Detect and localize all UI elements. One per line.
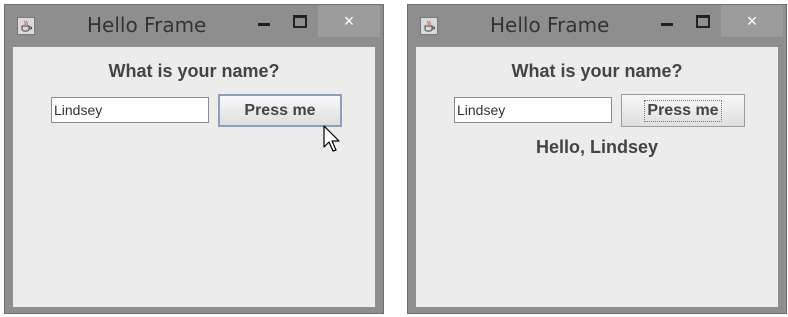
minimize-icon — [661, 22, 673, 26]
hello-frame-window-after: Hello Frame × What is your name? Press m… — [407, 4, 787, 314]
hello-frame-window-before: Hello Frame × What is your name? Press m… — [4, 4, 384, 314]
maximize-icon — [293, 14, 307, 28]
name-input[interactable] — [454, 97, 612, 123]
maximize-button[interactable] — [688, 5, 718, 37]
title-bar[interactable]: Hello Frame × — [5, 5, 383, 47]
press-me-label: Press me — [244, 101, 316, 119]
name-input[interactable] — [51, 97, 209, 123]
java-cup-icon[interactable] — [420, 17, 438, 35]
title-bar[interactable]: Hello Frame × — [408, 5, 786, 47]
content-pane: What is your name? Press me Hello, Linds… — [416, 47, 778, 307]
minimize-icon — [258, 22, 270, 26]
window-title: Hello Frame — [87, 13, 207, 37]
close-button[interactable]: × — [721, 5, 783, 37]
minimize-button[interactable] — [251, 5, 277, 37]
press-me-button[interactable]: Press me — [218, 94, 342, 127]
close-icon: × — [343, 10, 355, 31]
mouse-pointer-icon — [323, 125, 340, 152]
close-icon: × — [746, 10, 758, 31]
content-pane: What is your name? Press me — [13, 47, 375, 307]
name-prompt-label: What is your name? — [108, 61, 280, 81]
close-button[interactable]: × — [318, 5, 380, 37]
window-title: Hello Frame — [490, 13, 610, 37]
minimize-button[interactable] — [654, 5, 680, 37]
greeting-label: Hello, Lindsey — [535, 137, 659, 157]
maximize-button[interactable] — [285, 5, 315, 37]
press-me-label: Press me — [644, 99, 722, 122]
press-me-button[interactable]: Press me — [621, 94, 745, 127]
name-prompt-label: What is your name? — [511, 61, 683, 81]
java-cup-icon[interactable] — [17, 17, 35, 35]
maximize-icon — [696, 14, 710, 28]
